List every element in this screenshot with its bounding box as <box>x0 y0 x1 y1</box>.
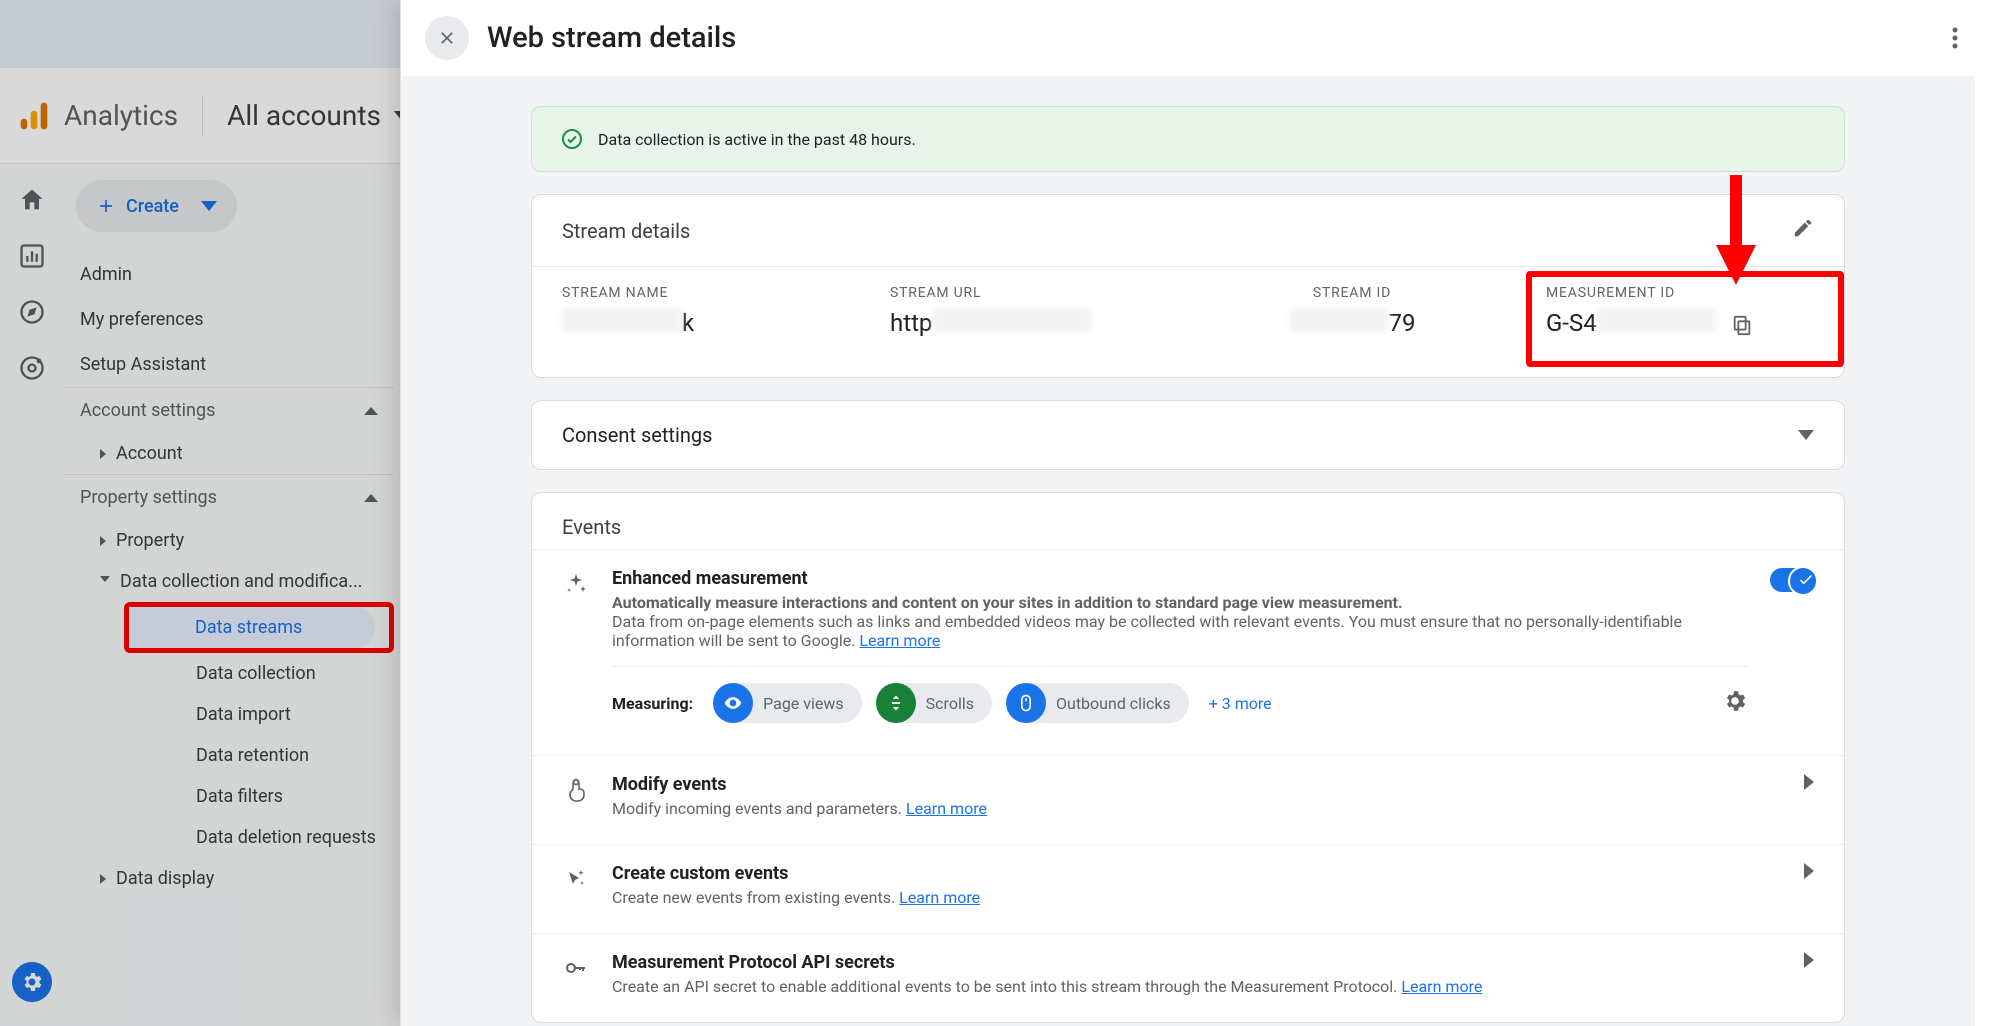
pill-page-views: Page views <box>713 683 862 723</box>
enhanced-settings-button[interactable] <box>1722 688 1748 718</box>
chevron-right-icon <box>1804 863 1814 879</box>
edit-button[interactable] <box>1792 217 1814 244</box>
eye-icon <box>723 693 743 713</box>
stream-id-value: 79 <box>1218 309 1486 337</box>
stream-url-value: http <box>890 309 1158 337</box>
pill-outbound-clicks: Outbound clicks <box>1006 683 1189 723</box>
panel-title: Web stream details <box>487 21 736 55</box>
modify-events-row[interactable]: Modify events Modify incoming events and… <box>532 755 1844 844</box>
enhanced-measurement-toggle[interactable] <box>1770 568 1814 592</box>
chevron-right-icon <box>1804 774 1814 790</box>
modify-learn-more-link[interactable]: Learn more <box>906 799 987 818</box>
chevron-right-icon <box>1804 952 1814 968</box>
cursor-sparkle-icon <box>564 867 588 891</box>
create-custom-events-row[interactable]: Create custom events Create new events f… <box>532 844 1844 933</box>
check-icon <box>1797 570 1815 588</box>
stream-details-card: Stream details STREAM NAME k STREAM URL … <box>531 194 1845 378</box>
sparkle-icon <box>564 572 588 596</box>
more-menu-button[interactable] <box>1935 18 1975 58</box>
more-measurements-link[interactable]: + 3 more <box>1209 694 1272 713</box>
custom-learn-more-link[interactable]: Learn more <box>899 888 980 907</box>
measurement-id-value: G-S4 <box>1546 309 1814 337</box>
api-secrets-row[interactable]: Measurement Protocol API secrets Create … <box>532 933 1844 1022</box>
copy-icon <box>1731 314 1753 336</box>
pencil-icon <box>1792 217 1814 239</box>
status-banner: Data collection is active in the past 48… <box>531 106 1845 172</box>
stream-name-label: STREAM NAME <box>562 285 830 301</box>
web-stream-details-panel: Web stream details Data collection is ac… <box>400 0 1999 1026</box>
enhanced-learn-more-link[interactable]: Learn more <box>859 631 940 650</box>
stream-details-heading: Stream details <box>562 219 690 243</box>
more-vert-icon <box>1952 26 1958 50</box>
scroll-icon <box>886 693 906 713</box>
events-heading: Events <box>532 493 1844 549</box>
stream-name-value: k <box>562 309 830 337</box>
gear-icon <box>1722 688 1748 714</box>
close-button[interactable] <box>425 16 469 60</box>
close-icon <box>437 28 457 48</box>
pill-scrolls: Scrolls <box>876 683 992 723</box>
consent-settings-row[interactable]: Consent settings <box>531 400 1845 470</box>
touch-icon <box>564 778 588 802</box>
enhanced-measurement-row: Enhanced measurement Automatically measu… <box>532 549 1844 755</box>
key-icon <box>564 956 588 980</box>
copy-measurement-id-button[interactable] <box>1731 314 1753 336</box>
mouse-icon <box>1016 693 1036 713</box>
measurement-id-label: MEASUREMENT ID <box>1546 285 1814 301</box>
stream-url-label: STREAM URL <box>890 285 1158 301</box>
check-circle-icon <box>560 127 584 151</box>
stream-id-label: STREAM ID <box>1218 285 1486 301</box>
events-card: Events Enhanced measurement Automaticall… <box>531 492 1845 1023</box>
api-learn-more-link[interactable]: Learn more <box>1401 977 1482 996</box>
